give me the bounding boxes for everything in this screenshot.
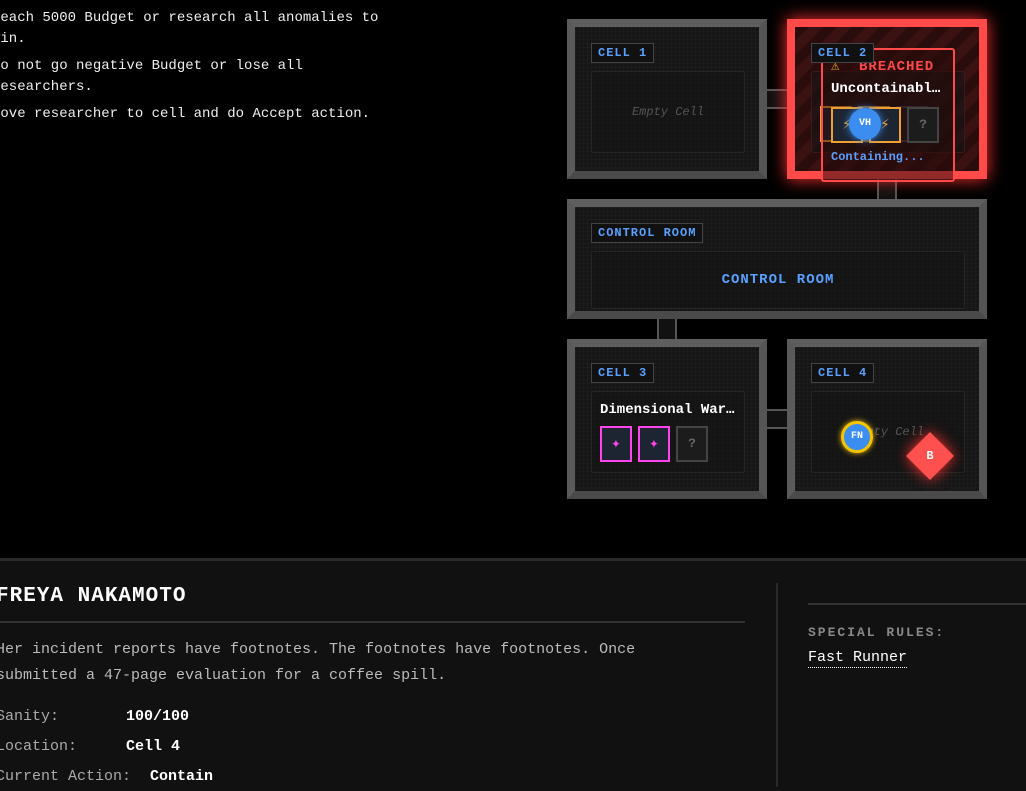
researcher-detail-panel: FREYA NAKAMOTO Her incident reports have…: [0, 558, 1026, 791]
special-rules-label: SPECIAL RULES:: [808, 625, 946, 640]
breach-card[interactable]: ⚠ BREACHED Uncontainabl… ⚡ ⚡ ? Containin…: [821, 48, 955, 182]
stat-location: Location: Cell 4: [0, 738, 181, 755]
researcher-token-vh[interactable]: VH: [849, 108, 881, 140]
cell-2[interactable]: ⚡ ⚡ ? ⚠ BREACHED Uncontainabl… ⚡ ⚡ ? Con…: [787, 19, 987, 182]
vertical-divider: [776, 583, 778, 787]
unknown-slot: ?: [676, 426, 708, 462]
corridor-cell1-cell2: [765, 89, 789, 109]
breach-marker-label: B: [926, 449, 934, 463]
corridor-control-cell3: [657, 317, 677, 341]
divider: [808, 603, 1026, 605]
sparkle-icon: ✦: [600, 426, 632, 462]
cell-content: Dimensional War… ✦ ✦ ?: [591, 391, 745, 473]
control-room-content: CONTROL ROOM: [591, 251, 965, 309]
unknown-slot: ?: [907, 107, 939, 143]
cell-1[interactable]: CELL 1 Empty Cell: [567, 19, 767, 179]
anomaly-name: Dimensional War…: [600, 402, 735, 418]
anomaly-name: Uncontainabl…: [831, 81, 941, 97]
cell-label: CELL 4: [811, 363, 875, 383]
sparkle-icon: ✦: [638, 426, 670, 462]
researcher-bio: Her incident reports have footnotes. The…: [0, 641, 636, 684]
cell-label: CONTROL ROOM: [591, 223, 704, 243]
rule-howto: Move researcher to cell and do Accept ac…: [0, 106, 371, 122]
cell-label: CELL 3: [591, 363, 655, 383]
action-status: Containing...: [831, 150, 925, 164]
cell-3[interactable]: CELL 3 Dimensional War… ✦ ✦ ?: [567, 339, 767, 499]
researcher-token-fn[interactable]: FN: [841, 421, 873, 453]
control-room[interactable]: CONTROL ROOM CONTROL ROOM: [567, 199, 987, 319]
special-rule-fast-runner[interactable]: Fast Runner: [808, 649, 908, 668]
rule-win: Reach 5000 Budget or research all anomal…: [0, 10, 379, 47]
divider: [0, 621, 745, 623]
cell-4[interactable]: CELL 4 Empty Cell FN B: [787, 339, 987, 499]
rules-text: Reach 5000 Budget or research all anomal…: [0, 8, 392, 131]
cell-label: CELL 1: [591, 43, 655, 63]
cell-label: CELL 2: [811, 43, 875, 63]
researcher-name: FREYA NAKAMOTO: [0, 585, 187, 608]
stat-sanity: Sanity: 100/100: [0, 708, 190, 725]
stat-action: Current Action: Contain: [0, 768, 214, 785]
corridor-cell3-cell4: [765, 409, 789, 429]
rule-lose: Do not go negative Budget or lose all re…: [0, 58, 303, 95]
cell-content: Empty Cell: [591, 71, 745, 153]
